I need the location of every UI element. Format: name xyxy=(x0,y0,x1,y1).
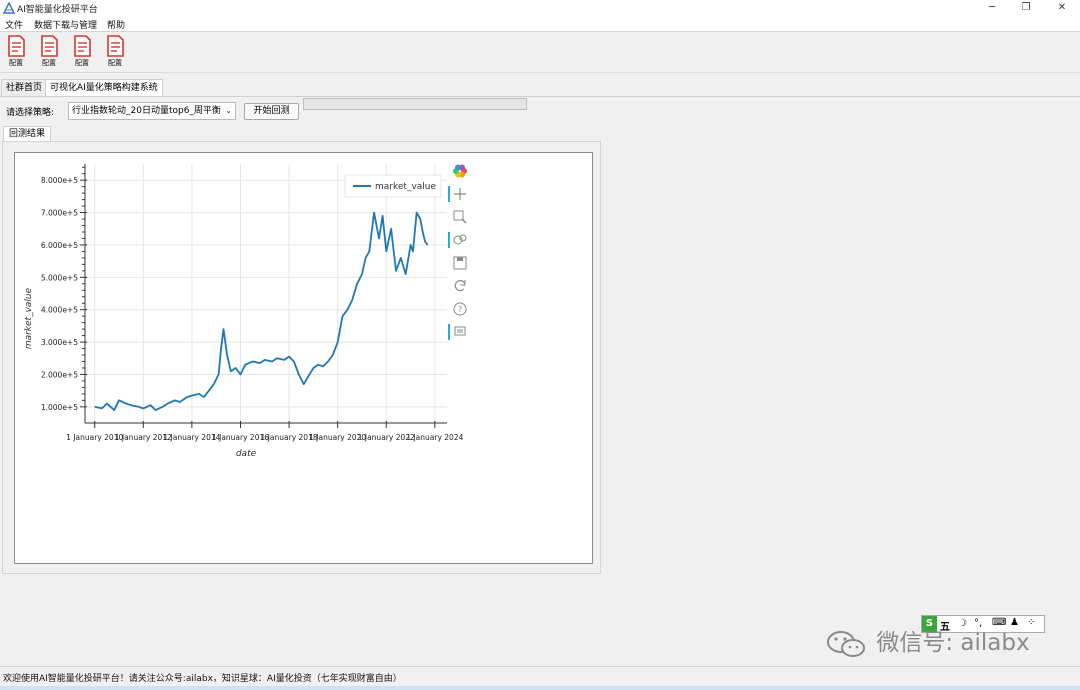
save-icon xyxy=(453,256,467,270)
config-button-4[interactable]: 配置 xyxy=(101,35,129,71)
y-tick-label: 6.000e+5 xyxy=(41,241,78,250)
pan-icon xyxy=(454,188,466,200)
minimize-button[interactable]: ─ xyxy=(977,0,1007,16)
help-icon: ? xyxy=(453,302,467,316)
y-tick-label: 8.000e+5 xyxy=(41,176,78,185)
y-axis-label: market_value xyxy=(24,287,34,349)
window-title: AI智能量化投研平台 xyxy=(17,5,98,15)
market-value-chart[interactable]: 1.000e+5 2.000e+5 3.000e+5 4.000e+5 5.000e+5… xyxy=(15,153,592,563)
logo-dot xyxy=(459,164,465,171)
strategy-label: 请选择策略: xyxy=(6,108,55,118)
y-tick-label: 7.000e+5 xyxy=(41,209,78,218)
watermark: 微信号: ailabx xyxy=(825,626,1047,660)
x-tick-label: 1 January 2024 xyxy=(406,433,463,442)
config-button-2[interactable]: 配置 xyxy=(35,35,63,71)
document-icon xyxy=(8,35,25,57)
active-tool-indicator xyxy=(448,324,450,340)
y-tick-label: 3.000e+5 xyxy=(41,338,78,347)
chart-toolbar: ? xyxy=(448,164,467,340)
close-button[interactable]: ✕ xyxy=(1047,0,1077,16)
chart-axes: 1.000e+5 2.000e+5 3.000e+5 4.000e+5 5.000e+5… xyxy=(24,164,464,459)
config-button-label: 配置 xyxy=(75,59,89,67)
config-button-label: 配置 xyxy=(9,59,23,67)
active-tool-indicator xyxy=(448,232,450,248)
document-icon xyxy=(41,35,58,57)
y-tick-label: 1.000e+5 xyxy=(41,403,78,412)
config-button-3[interactable]: 配置 xyxy=(68,35,96,71)
status-bar: 欢迎使用AI智能量化投研平台！请关注公众号:ailabx，知识星球：AI量化投资… xyxy=(0,666,1080,687)
series-line-market_value xyxy=(94,211,429,412)
menu-data-management[interactable]: 数据下载与管理 xyxy=(34,18,97,31)
bokeh-logo-icon xyxy=(453,164,467,178)
hover-bubble xyxy=(454,326,466,336)
config-button-1[interactable]: 配置 xyxy=(2,35,30,71)
tab-backtest-results[interactable]: 回测结果 xyxy=(3,126,52,142)
save-slot xyxy=(457,257,463,261)
config-button-label: 配置 xyxy=(42,59,56,67)
wheel-zoom-icon xyxy=(453,234,467,245)
reset-arc xyxy=(454,280,466,292)
zoom-box xyxy=(453,210,464,221)
title-bar: AI智能量化投研平台 ─ ❐ ✕ xyxy=(0,0,1080,16)
help-glyph: ? xyxy=(458,305,462,314)
taskbar-strip xyxy=(0,686,1080,690)
y-tick-label: 5.000e+5 xyxy=(41,273,78,282)
y-tick-label: 4.000e+5 xyxy=(41,306,78,315)
chart-legend: market_value xyxy=(344,174,442,198)
pan-arrows xyxy=(454,188,466,200)
strategy-select[interactable]: 行业指数轮动_20日动量top6_周平衡 ⌄ xyxy=(68,102,236,120)
status-message: 欢迎使用AI智能量化投研平台！请关注公众号:ailabx，知识星球：AI量化投资… xyxy=(3,674,402,684)
tab-community-home[interactable]: 社群首页 xyxy=(1,79,48,96)
watermark-text: 微信号: ailabx xyxy=(876,630,1030,656)
chart-grid xyxy=(85,164,447,423)
menu-file[interactable]: 文件 xyxy=(5,18,23,31)
zoom-handle xyxy=(461,218,467,224)
start-backtest-button[interactable]: 开始回测 xyxy=(244,103,299,120)
box-zoom-icon xyxy=(453,210,467,224)
config-button-label: 配置 xyxy=(108,59,122,67)
wechat-icon xyxy=(827,630,865,657)
menu-bar: 文件 数据下载与管理 帮助 xyxy=(0,16,1080,32)
active-tool-indicator xyxy=(448,186,450,202)
menu-help[interactable]: 帮助 xyxy=(107,18,125,31)
legend-label: market_value xyxy=(375,182,436,192)
maximize-button[interactable]: ❐ xyxy=(1011,0,1041,16)
backtest-progress-bar xyxy=(303,98,527,110)
tab-strategy-builder[interactable]: 可视化AI量化策略构建系统 xyxy=(45,79,163,97)
toolbar: 配置 配置 配置 配置 xyxy=(0,32,1080,73)
plot-frame: 1.000e+5 2.000e+5 3.000e+5 4.000e+5 5.000e+5… xyxy=(14,152,593,564)
y-tick-label: 2.000e+5 xyxy=(41,370,78,379)
strategy-select-value: 行业指数轮动_20日动量top6_周平衡 xyxy=(72,106,221,116)
x-axis-label: date xyxy=(236,449,257,459)
chart-series xyxy=(94,211,429,412)
document-icon xyxy=(107,35,124,57)
reset-icon xyxy=(454,280,466,292)
hover-icon xyxy=(454,326,466,336)
app-logo-icon xyxy=(3,2,15,14)
document-icon xyxy=(74,35,91,57)
chevron-down-icon: ⌄ xyxy=(225,106,232,115)
